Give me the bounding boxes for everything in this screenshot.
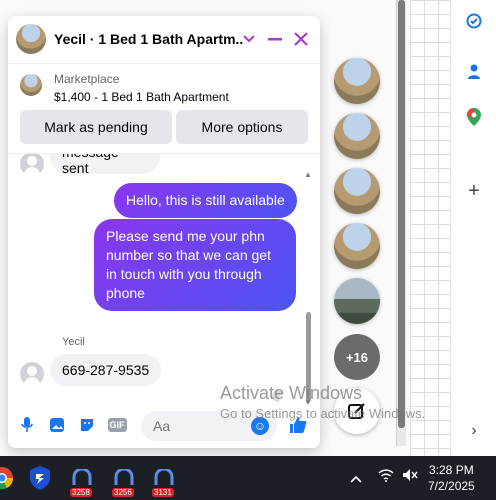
scroll-up-icon[interactable]: ▲: [304, 170, 312, 179]
more-chats-button[interactable]: +16: [334, 334, 380, 380]
taskbar: 3258 3256 3131 3:28 PM 7/2/2025: [0, 456, 496, 500]
screen: + › Yecil · 1 Bed 1 Bath Apartm... Marke…: [0, 0, 496, 500]
volume-muted-icon[interactable]: [402, 468, 418, 485]
chrome-icon[interactable]: [0, 464, 16, 492]
right-sidebar: + ›: [450, 0, 496, 456]
chat-head[interactable]: [334, 278, 380, 324]
watermark-line1: Activate Windows: [220, 383, 363, 403]
tasks-icon[interactable]: [465, 12, 483, 30]
shield-app-icon[interactable]: [26, 464, 54, 492]
chat-head[interactable]: [334, 223, 380, 269]
clock-date: 7/2/2025: [428, 479, 475, 493]
chevron-right-icon[interactable]: ›: [465, 422, 483, 440]
chat-header[interactable]: Yecil · 1 Bed 1 Bath Apartm...: [8, 16, 320, 64]
badge-count: 3258: [70, 488, 92, 497]
badge-count: 3256: [112, 488, 134, 497]
maps-icon[interactable]: [465, 108, 483, 126]
scrollbar-thumb[interactable]: [398, 0, 405, 428]
microphone-icon[interactable]: [18, 416, 36, 434]
more-options-button[interactable]: More options: [176, 110, 308, 144]
marketplace-card: Marketplace $1,400 - 1 Bed 1 Bath Apartm…: [8, 64, 320, 154]
chat-head[interactable]: [334, 58, 380, 104]
minimize-icon[interactable]: [266, 30, 284, 48]
sticker-icon[interactable]: [78, 416, 96, 434]
mark-as-pending-button[interactable]: Mark as pending: [20, 110, 172, 144]
activation-watermark: Activate Windows Go to Settings to activ…: [220, 383, 425, 421]
clock-time: 3:28 PM: [429, 463, 474, 477]
close-icon[interactable]: [292, 30, 310, 48]
badge-count: 3131: [152, 488, 174, 497]
message-bubble-out[interactable]: Please send me your phn number so that w…: [94, 219, 296, 311]
listing-info[interactable]: $1,400 - 1 Bed 1 Bath Apartment: [54, 90, 229, 104]
chevron-up-icon[interactable]: [350, 470, 362, 486]
app-icon-3[interactable]: 3131: [150, 464, 178, 497]
sender-name: Yecil: [62, 336, 85, 348]
contact-avatar-small: [20, 362, 44, 386]
message-scrollbar[interactable]: ▲ ▼: [304, 170, 312, 404]
contact-avatar-small: [20, 154, 44, 176]
gif-icon[interactable]: GIF: [107, 416, 127, 434]
contacts-icon[interactable]: [465, 62, 483, 80]
app-icon-1[interactable]: 3258: [68, 464, 96, 497]
chat-title[interactable]: Yecil · 1 Bed 1 Bath Apartm...: [54, 31, 244, 47]
wifi-icon[interactable]: [378, 468, 394, 485]
listing-thumbnail[interactable]: [20, 74, 42, 96]
watermark-line2: Go to Settings to activate Windows.: [220, 406, 426, 421]
app-icon-2[interactable]: 3256: [110, 464, 138, 497]
more-chats-count: +16: [345, 349, 369, 365]
system-clock[interactable]: 3:28 PM 7/2/2025: [428, 462, 475, 494]
message-bubble-in[interactable]: message sent: [50, 154, 160, 176]
message-bubble-in[interactable]: 669-287-9535: [50, 354, 162, 386]
page-scrollbar[interactable]: [396, 0, 406, 446]
chat-head[interactable]: [334, 113, 380, 159]
photo-icon[interactable]: [48, 416, 66, 434]
chevron-down-icon[interactable]: [240, 30, 258, 48]
add-icon[interactable]: +: [465, 180, 483, 202]
contact-avatar[interactable]: [16, 24, 46, 54]
marketplace-label: Marketplace: [54, 72, 120, 86]
chat-head[interactable]: [334, 168, 380, 214]
message-bubble-out[interactable]: Hello, this is still available: [114, 183, 297, 218]
message-list[interactable]: message sent Hello, this is still availa…: [8, 154, 320, 404]
